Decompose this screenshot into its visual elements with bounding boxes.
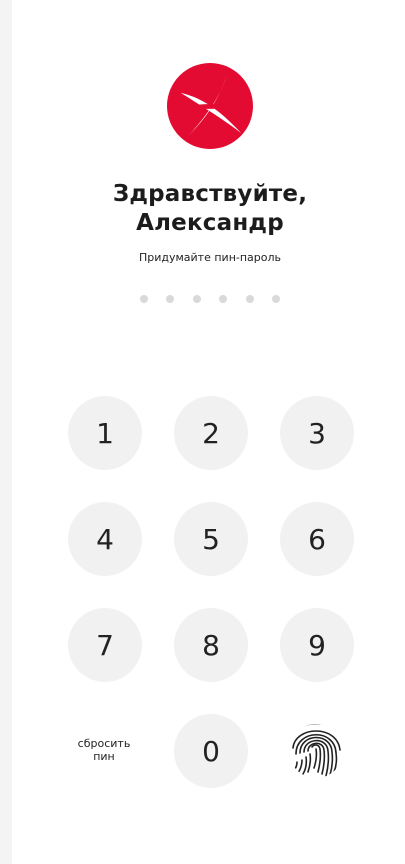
pin-dot xyxy=(219,295,228,303)
brand-logo-icon xyxy=(167,63,253,149)
pin-indicator xyxy=(140,295,280,305)
key-2[interactable]: 2 xyxy=(174,396,248,470)
fingerprint-icon[interactable] xyxy=(287,722,345,780)
key-9[interactable]: 9 xyxy=(280,608,354,682)
pin-dot xyxy=(166,295,175,303)
reset-pin-button[interactable]: сбросить пин xyxy=(66,737,142,763)
greeting-line-hello: Здравствуйте, xyxy=(112,181,308,207)
reset-pin-label-line2: пин xyxy=(93,750,115,763)
key-1[interactable]: 1 xyxy=(68,396,142,470)
key-5[interactable]: 5 xyxy=(174,502,248,576)
key-7[interactable]: 7 xyxy=(68,608,142,682)
pin-dot xyxy=(271,295,280,303)
pin-dot xyxy=(140,295,148,303)
greeting-title: Здравствуйте, Александр xyxy=(0,180,405,238)
greeting-line-name: Александр xyxy=(136,210,284,236)
key-3[interactable]: 3 xyxy=(280,396,354,470)
key-4[interactable]: 4 xyxy=(68,502,142,576)
key-0[interactable]: 0 xyxy=(174,714,248,788)
pin-dot xyxy=(245,295,254,303)
pin-setup-screen: Здравствуйте, Александр Придумайте пин-п… xyxy=(0,0,405,864)
pin-dot xyxy=(192,295,201,303)
key-8[interactable]: 8 xyxy=(174,608,248,682)
pin-prompt: Придумайте пин-пароль xyxy=(138,251,282,264)
key-6[interactable]: 6 xyxy=(280,502,354,576)
reset-pin-label-line1: сбросить xyxy=(77,737,131,750)
left-edge-divider xyxy=(0,0,12,864)
